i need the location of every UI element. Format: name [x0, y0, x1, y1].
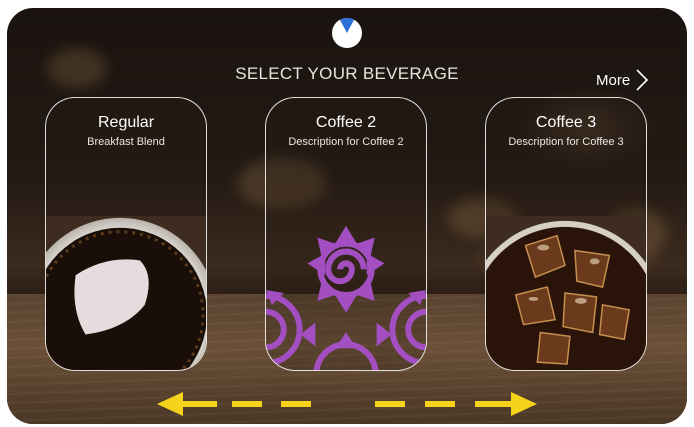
- brand-logo-icon: [332, 18, 362, 48]
- beverage-name: Coffee 2: [315, 114, 377, 131]
- page-title: SELECT YOUR BEVERAGE: [235, 64, 459, 83]
- iced-coffee-glass-image: [486, 215, 646, 370]
- black-coffee-cup-image: [46, 215, 206, 370]
- beverage-name: Regular: [97, 114, 155, 131]
- purple-spiral-pattern-image: [266, 225, 426, 370]
- more-label: More: [596, 71, 631, 89]
- more-button[interactable]: More: [596, 68, 649, 92]
- kiosk-screen: SELECT YOUR BEVERAGE More Regular Breakf…: [7, 8, 687, 424]
- beverage-card-coffee-3[interactable]: Coffee 3 Description for Coffee 3: [485, 97, 647, 371]
- beverage-description: Description for Coffee 2: [288, 136, 404, 148]
- arrow-left-icon: [157, 392, 311, 416]
- beverage-name: Coffee 3: [535, 114, 597, 131]
- arrow-right-icon: [375, 392, 537, 416]
- chevron-right-icon: [636, 69, 649, 91]
- beverage-card-regular[interactable]: Regular Breakfast Blend: [45, 97, 207, 371]
- beverage-description: Breakfast Blend: [87, 136, 165, 148]
- beverage-card-coffee-2[interactable]: Coffee 2 Description for Coffee 2: [265, 97, 427, 371]
- swipe-arrows: [157, 392, 537, 416]
- beverage-description: Description for Coffee 3: [508, 136, 624, 148]
